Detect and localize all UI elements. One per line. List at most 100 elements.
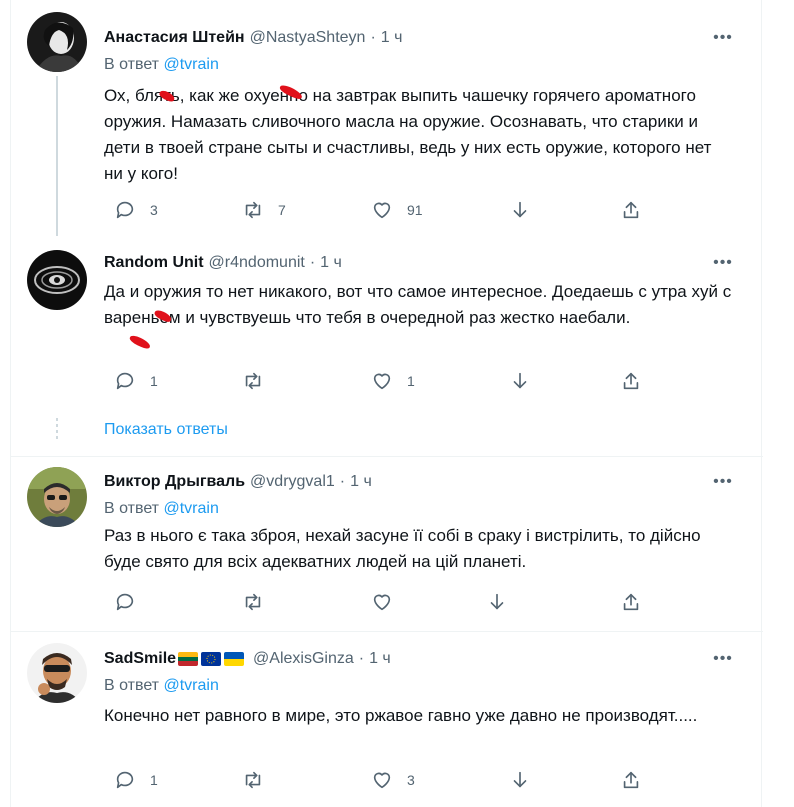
tweet-actions bbox=[104, 590, 644, 614]
tweet-text: Раз в нього є така зброя, нехай засуне ї… bbox=[104, 526, 701, 571]
tweet-header: Random Unit @r4ndomunit · 1 ч bbox=[104, 252, 342, 274]
arrow-down-icon bbox=[513, 201, 527, 218]
like-count: 1 bbox=[407, 373, 415, 389]
reply-icon bbox=[116, 593, 134, 611]
tweet[interactable]: Random Unit @r4ndomunit · 1 ч ••• Да и о… bbox=[11, 232, 763, 456]
tweet-header: SadSmile @AlexisGinza · 1 ч bbox=[104, 648, 391, 670]
reply-context: В ответ @tvrain bbox=[104, 500, 219, 518]
like-button[interactable]: 1 bbox=[371, 369, 415, 393]
timestamp[interactable]: 1 ч bbox=[350, 473, 372, 491]
reply-count: 1 bbox=[150, 772, 158, 788]
reply-icon bbox=[116, 372, 134, 390]
timestamp[interactable]: 1 ч bbox=[369, 650, 391, 668]
arrow-down-icon bbox=[490, 593, 504, 610]
reply-prefix: В ответ bbox=[104, 500, 160, 517]
like-button[interactable] bbox=[371, 590, 407, 614]
reply-handle-link[interactable]: @tvrain bbox=[163, 56, 218, 73]
downvote-button[interactable] bbox=[486, 590, 508, 614]
heart-icon bbox=[373, 772, 391, 789]
separator-dot: · bbox=[358, 650, 365, 667]
reply-button[interactable] bbox=[114, 590, 150, 614]
separator-dot: · bbox=[370, 29, 376, 46]
share-icon bbox=[623, 771, 639, 789]
display-name[interactable]: Виктор Дрыгваль bbox=[104, 473, 245, 491]
retweet-icon bbox=[245, 593, 261, 611]
retweet-icon bbox=[245, 771, 261, 789]
separator-dot: · bbox=[309, 254, 316, 271]
user-handle[interactable]: @AlexisGinza bbox=[253, 650, 354, 668]
reply-context: В ответ @tvrain bbox=[104, 56, 219, 74]
reply-icon bbox=[116, 201, 134, 219]
more-options-icon[interactable]: ••• bbox=[711, 471, 735, 493]
tweet-header: Анастасия Штейн @NastyaShteyn · 1 ч bbox=[104, 27, 402, 49]
reply-button[interactable]: 3 bbox=[114, 198, 158, 222]
tweet[interactable]: Виктор Дрыгваль @vdrygval1 · 1 ч ••• В о… bbox=[11, 457, 763, 631]
share-icon bbox=[623, 593, 639, 611]
like-count: 3 bbox=[407, 772, 415, 788]
tweet-actions: 3 7 91 bbox=[104, 198, 644, 222]
arrow-down-icon bbox=[513, 771, 527, 788]
flag-lithuania-icon bbox=[178, 652, 199, 666]
reply-icon bbox=[116, 771, 134, 789]
retweet-button[interactable]: 7 bbox=[242, 198, 286, 222]
more-options-icon[interactable]: ••• bbox=[711, 27, 735, 49]
more-options-icon[interactable]: ••• bbox=[711, 252, 735, 274]
flag-emojis bbox=[178, 652, 245, 666]
thread-line bbox=[56, 76, 58, 236]
user-handle[interactable]: @NastyaShteyn bbox=[250, 29, 366, 47]
avatar[interactable] bbox=[27, 12, 87, 72]
like-count: 91 bbox=[407, 202, 423, 218]
thread-line bbox=[56, 418, 58, 442]
like-button[interactable]: 3 bbox=[371, 768, 415, 792]
tweet-text: Ох, блять, как же охуенно на завтрак вып… bbox=[104, 86, 712, 183]
retweet-button[interactable] bbox=[242, 590, 278, 614]
retweet-count: 7 bbox=[278, 202, 286, 218]
display-name[interactable]: Анастасия Штейн bbox=[104, 29, 245, 47]
show-replies-link[interactable]: Показать ответы bbox=[104, 421, 228, 439]
downvote-button[interactable] bbox=[509, 768, 531, 792]
flag-ukraine-icon bbox=[224, 652, 245, 666]
tweet[interactable]: SadSmile @AlexisGinza · 1 ч ••• В ответ … bbox=[11, 632, 763, 807]
share-button[interactable] bbox=[620, 369, 642, 393]
redaction-mark bbox=[128, 333, 152, 351]
reply-prefix: В ответ bbox=[104, 56, 160, 73]
share-button[interactable] bbox=[620, 590, 642, 614]
reply-button[interactable]: 1 bbox=[114, 768, 158, 792]
reply-count: 1 bbox=[150, 373, 158, 389]
like-button[interactable]: 91 bbox=[371, 198, 423, 222]
tweet-actions: 1 1 bbox=[104, 369, 644, 393]
retweet-icon bbox=[245, 201, 261, 219]
timeline-page: Анастасия Штейн @NastyaShteyn · 1 ч ••• … bbox=[0, 0, 794, 807]
downvote-button[interactable] bbox=[509, 369, 531, 393]
display-name[interactable]: SadSmile bbox=[104, 650, 176, 668]
tweet[interactable]: Анастасия Штейн @NastyaShteyn · 1 ч ••• … bbox=[11, 0, 763, 236]
heart-icon bbox=[373, 202, 391, 219]
tweet-text: Конечно нет равного в мире, это ржавое г… bbox=[104, 706, 698, 725]
replies-column: Анастасия Штейн @NastyaShteyn · 1 ч ••• … bbox=[10, 0, 763, 807]
tweet-header: Виктор Дрыгваль @vdrygval1 · 1 ч bbox=[104, 471, 372, 493]
timestamp[interactable]: 1 ч bbox=[320, 254, 342, 272]
display-name[interactable]: Random Unit bbox=[104, 254, 204, 272]
share-button[interactable] bbox=[620, 768, 642, 792]
retweet-button[interactable] bbox=[242, 768, 278, 792]
flag-eu-icon bbox=[201, 652, 222, 666]
avatar[interactable] bbox=[27, 250, 87, 310]
reply-prefix: В ответ bbox=[104, 677, 160, 694]
avatar[interactable] bbox=[27, 643, 87, 703]
share-button[interactable] bbox=[620, 198, 642, 222]
heart-icon bbox=[373, 594, 391, 611]
user-handle[interactable]: @r4ndomunit bbox=[209, 254, 305, 272]
reply-handle-link[interactable]: @tvrain bbox=[163, 500, 218, 517]
separator-dot: · bbox=[339, 473, 346, 490]
reply-handle-link[interactable]: @tvrain bbox=[163, 677, 218, 694]
tweet-actions: 1 3 bbox=[104, 768, 644, 792]
timestamp[interactable]: 1 ч bbox=[381, 29, 403, 47]
avatar[interactable] bbox=[27, 467, 87, 527]
user-handle[interactable]: @vdrygval1 bbox=[250, 473, 335, 491]
more-options-icon[interactable]: ••• bbox=[711, 648, 735, 670]
downvote-button[interactable] bbox=[509, 198, 531, 222]
reply-button[interactable]: 1 bbox=[114, 369, 158, 393]
share-icon bbox=[623, 372, 639, 390]
retweet-button[interactable] bbox=[242, 369, 278, 393]
share-icon bbox=[623, 201, 639, 219]
